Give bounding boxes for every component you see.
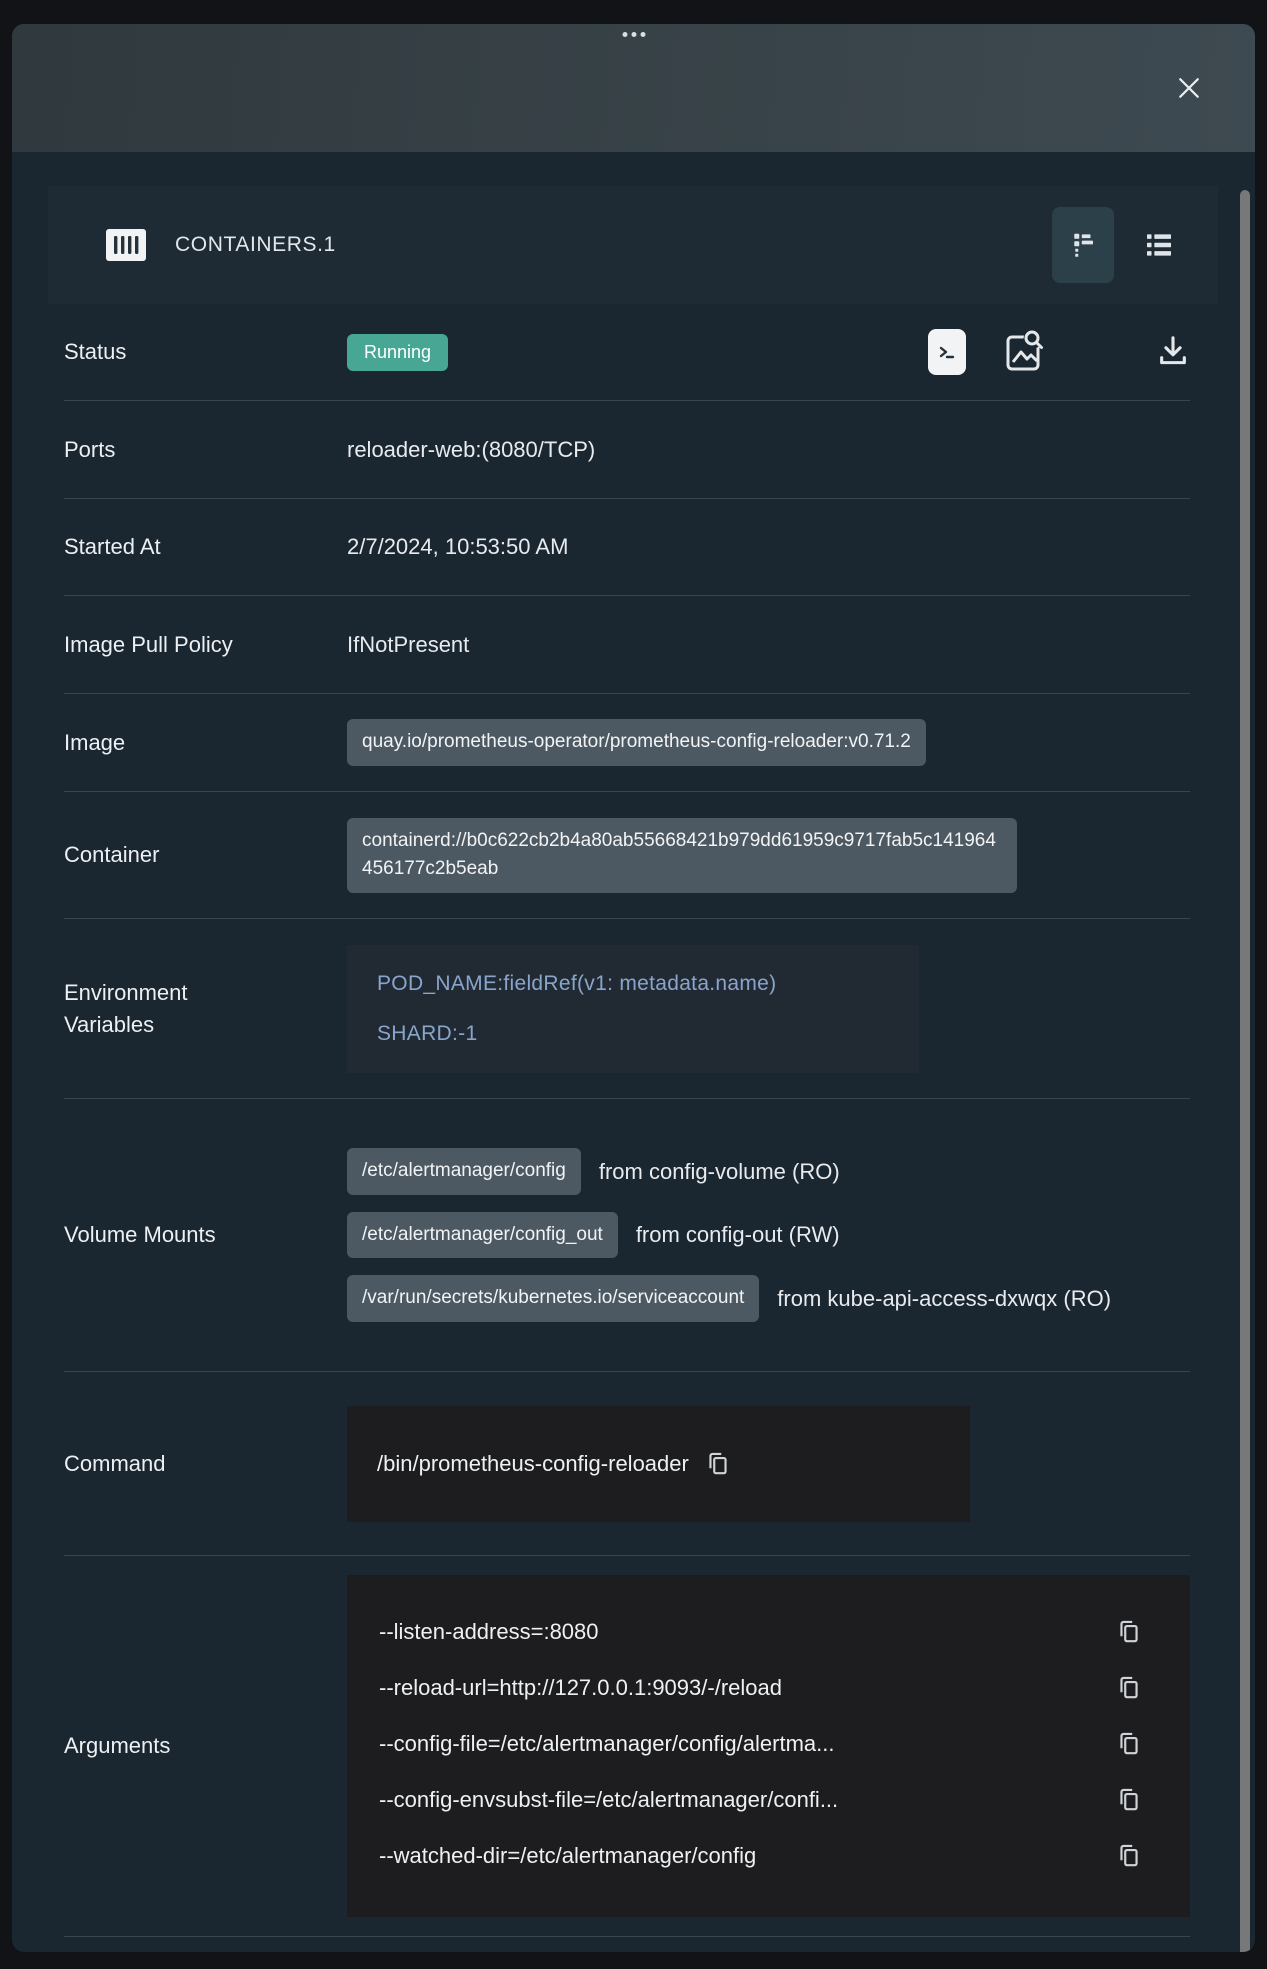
mount-from-text: from kube-api-access-dxwqx (RO) — [777, 1286, 1111, 1312]
image-value-chip: quay.io/prometheus-operator/prometheus-c… — [347, 719, 926, 766]
volume-mount-item: /etc/alertmanager/config_out from config… — [347, 1212, 1190, 1259]
arguments-row: Arguments --listen-address=:8080 --reloa… — [64, 1556, 1190, 1937]
mount-path-chip: /var/run/secrets/kubernetes.io/serviceac… — [347, 1275, 759, 1322]
argument-value: --config-file=/etc/alertmanager/config/a… — [379, 1731, 1100, 1757]
container-details-modal: CONTAINERS.1 — [12, 24, 1255, 1952]
details-view-toggle[interactable] — [1052, 207, 1114, 283]
log-search-button[interactable] — [1004, 329, 1044, 375]
command-value: /bin/prometheus-config-reloader — [377, 1451, 689, 1477]
ports-label: Ports — [64, 434, 347, 466]
argument-item: --listen-address=:8080 — [379, 1611, 1142, 1653]
window-drag-dots-icon — [622, 32, 645, 37]
status-label: Status — [64, 336, 347, 368]
command-label: Command — [64, 1448, 347, 1480]
copy-icon — [1116, 1786, 1142, 1814]
copy-command-button[interactable] — [705, 1450, 731, 1478]
list-view-icon — [1143, 229, 1175, 261]
copy-icon — [1116, 1730, 1142, 1758]
terminal-icon — [928, 329, 966, 375]
mount-path-chip: /etc/alertmanager/config — [347, 1148, 581, 1195]
argument-item: --config-file=/etc/alertmanager/config/a… — [379, 1723, 1142, 1765]
container-label: Container — [64, 839, 347, 871]
argument-value: --listen-address=:8080 — [379, 1619, 1100, 1645]
copy-argument-button[interactable] — [1116, 1786, 1142, 1814]
modal-footer — [64, 1937, 1190, 1951]
started-at-label: Started At — [64, 531, 347, 563]
terminal-button[interactable] — [928, 329, 966, 375]
container-row: Container containerd://b0c622cb2b4a80ab5… — [64, 792, 1190, 919]
copy-icon — [1116, 1618, 1142, 1646]
details-rows: Status Running — [64, 304, 1190, 1951]
command-panel: /bin/prometheus-config-reloader — [347, 1406, 970, 1522]
copy-icon — [1116, 1842, 1142, 1870]
volume-mounts-row: Volume Mounts /etc/alertmanager/config f… — [64, 1099, 1190, 1372]
argument-item: --reload-url=http://127.0.0.1:9093/-/rel… — [379, 1667, 1142, 1709]
close-button[interactable] — [1171, 70, 1207, 106]
container-icon — [105, 227, 147, 263]
copy-argument-button[interactable] — [1116, 1674, 1142, 1702]
volume-mounts-label: Volume Mounts — [64, 1219, 347, 1251]
copy-icon — [1116, 1674, 1142, 1702]
command-row: Command /bin/prometheus-config-reloader — [64, 1372, 1190, 1556]
view-toggle-group — [1052, 207, 1190, 283]
section-title: CONTAINERS.1 — [175, 233, 336, 257]
ports-row: Ports reloader-web:(8080/TCP) — [64, 401, 1190, 499]
image-pull-policy-value: IfNotPresent — [347, 632, 1190, 658]
close-icon — [1174, 73, 1204, 103]
env-var: POD_NAME:fieldRef(v1: metadata.name) — [377, 972, 889, 996]
argument-item: --config-envsubst-file=/etc/alertmanager… — [379, 1779, 1142, 1821]
image-pull-policy-label: Image Pull Policy — [64, 629, 347, 661]
env-var: SHARD:-1 — [377, 1022, 889, 1046]
argument-value: --watched-dir=/etc/alertmanager/config — [379, 1843, 1100, 1869]
environment-variables-panel: POD_NAME:fieldRef(v1: metadata.name) SHA… — [347, 945, 919, 1073]
environment-variables-row: Environment Variables POD_NAME:fieldRef(… — [64, 919, 1190, 1099]
status-row: Status Running — [64, 304, 1190, 401]
started-at-row: Started At 2/7/2024, 10:53:50 AM — [64, 499, 1190, 596]
scrollbar-thumb[interactable] — [1240, 190, 1250, 1952]
mount-path-chip: /etc/alertmanager/config_out — [347, 1212, 618, 1259]
copy-argument-button[interactable] — [1116, 1730, 1142, 1758]
arguments-label: Arguments — [64, 1730, 347, 1762]
mount-from-text: from config-volume (RO) — [599, 1159, 840, 1185]
containers-section-header: CONTAINERS.1 — [48, 186, 1218, 304]
download-button[interactable] — [1156, 333, 1190, 371]
ports-value: reloader-web:(8080/TCP) — [347, 437, 1190, 463]
image-label: Image — [64, 727, 347, 759]
volume-mount-item: /var/run/secrets/kubernetes.io/serviceac… — [347, 1275, 1190, 1322]
started-at-value: 2/7/2024, 10:53:50 AM — [347, 534, 1190, 560]
argument-item: --watched-dir=/etc/alertmanager/config — [379, 1835, 1142, 1877]
environment-variables-label: Environment Variables — [64, 977, 347, 1041]
modal-body: CONTAINERS.1 — [12, 186, 1255, 1952]
image-pull-policy-row: Image Pull Policy IfNotPresent — [64, 596, 1190, 694]
list-view-toggle[interactable] — [1128, 207, 1190, 283]
status-badge: Running — [347, 334, 448, 371]
arguments-panel: --listen-address=:8080 --reload-url=http… — [347, 1575, 1190, 1917]
details-view-icon — [1068, 230, 1098, 260]
argument-value: --config-envsubst-file=/etc/alertmanager… — [379, 1787, 1100, 1813]
copy-argument-button[interactable] — [1116, 1618, 1142, 1646]
download-icon — [1156, 333, 1190, 371]
container-value-chip: containerd://b0c622cb2b4a80ab55668421b97… — [347, 818, 1017, 893]
copy-argument-button[interactable] — [1116, 1842, 1142, 1870]
log-search-icon — [1004, 329, 1044, 375]
argument-value: --reload-url=http://127.0.0.1:9093/-/rel… — [379, 1675, 1100, 1701]
copy-icon — [705, 1450, 731, 1478]
modal-header — [12, 24, 1255, 152]
mount-from-text: from config-out (RW) — [636, 1222, 840, 1248]
image-row: Image quay.io/prometheus-operator/promet… — [64, 694, 1190, 792]
volume-mount-item: /etc/alertmanager/config from config-vol… — [347, 1148, 1190, 1195]
